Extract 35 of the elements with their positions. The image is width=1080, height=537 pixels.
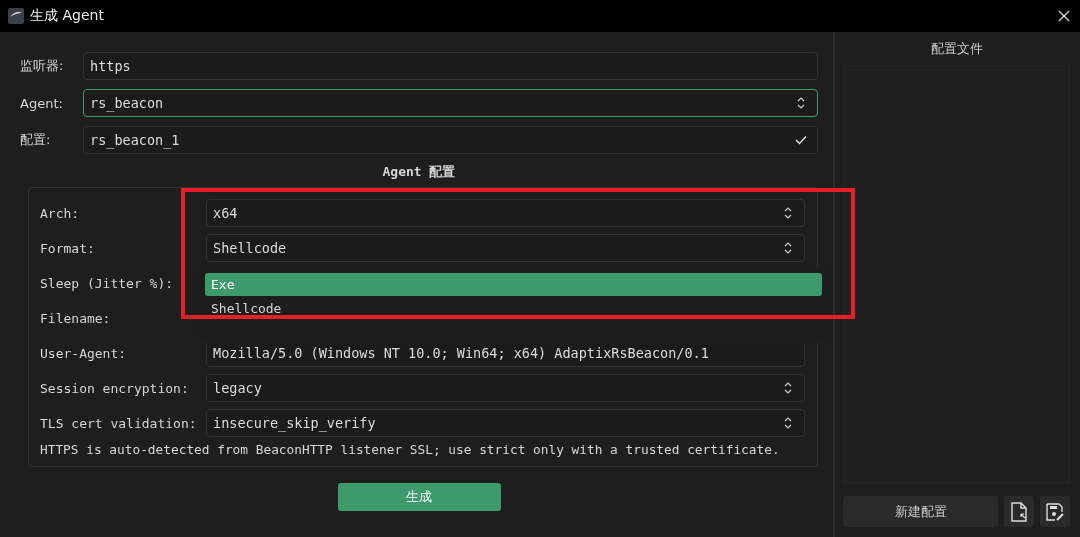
dropdown[interactable]: legacy <box>206 374 805 402</box>
field-label: Arch: <box>40 205 81 221</box>
field-label: TLS cert validation: <box>40 415 198 431</box>
field-label: Sleep (Jitter %): <box>40 275 175 291</box>
save-edit-button[interactable] <box>1040 496 1070 527</box>
window-title: 生成 Agent <box>30 7 105 25</box>
close-icon[interactable] <box>1058 10 1070 22</box>
updown-icon <box>784 417 792 429</box>
agent-dropdown[interactable]: rs_beacon <box>83 89 818 117</box>
input-field[interactable]: https <box>83 52 818 80</box>
updown-icon <box>797 97 805 109</box>
dropdown[interactable]: x64 <box>206 199 805 227</box>
updown-icon <box>784 242 792 254</box>
new-profile-button[interactable]: 新建配置 <box>843 496 998 527</box>
section-title: Agent 配置 <box>381 163 457 179</box>
field-label: Format: <box>40 240 96 256</box>
import-file-button[interactable] <box>1004 496 1034 527</box>
field-label: 配置: <box>20 131 52 149</box>
field-label: Session encryption: <box>40 380 190 396</box>
field-label: 监听器: <box>20 57 65 75</box>
field-label: User-Agent: <box>40 345 128 361</box>
updown-icon <box>784 207 792 219</box>
dropdown[interactable]: Shellcode <box>206 234 805 262</box>
check-icon <box>795 135 807 145</box>
input-field[interactable]: rs_beacon_1 <box>83 126 818 154</box>
hint-text: HTTPS is auto-detected from BeaconHTTP listener SSL; use strict only with a trusted certificate. <box>40 442 781 457</box>
panel-title: 配置文件 <box>929 40 984 58</box>
field-label: Agent: <box>20 95 64 111</box>
field-label: Filename: <box>40 310 112 326</box>
dropdown[interactable]: insecure_skip_verify <box>206 409 805 437</box>
file-icon <box>1011 501 1027 522</box>
dropdown-option[interactable]: Shellcode <box>205 297 822 320</box>
updown-icon <box>784 382 792 394</box>
app-logo-icon <box>8 8 24 24</box>
save-edit-icon <box>1046 502 1064 521</box>
